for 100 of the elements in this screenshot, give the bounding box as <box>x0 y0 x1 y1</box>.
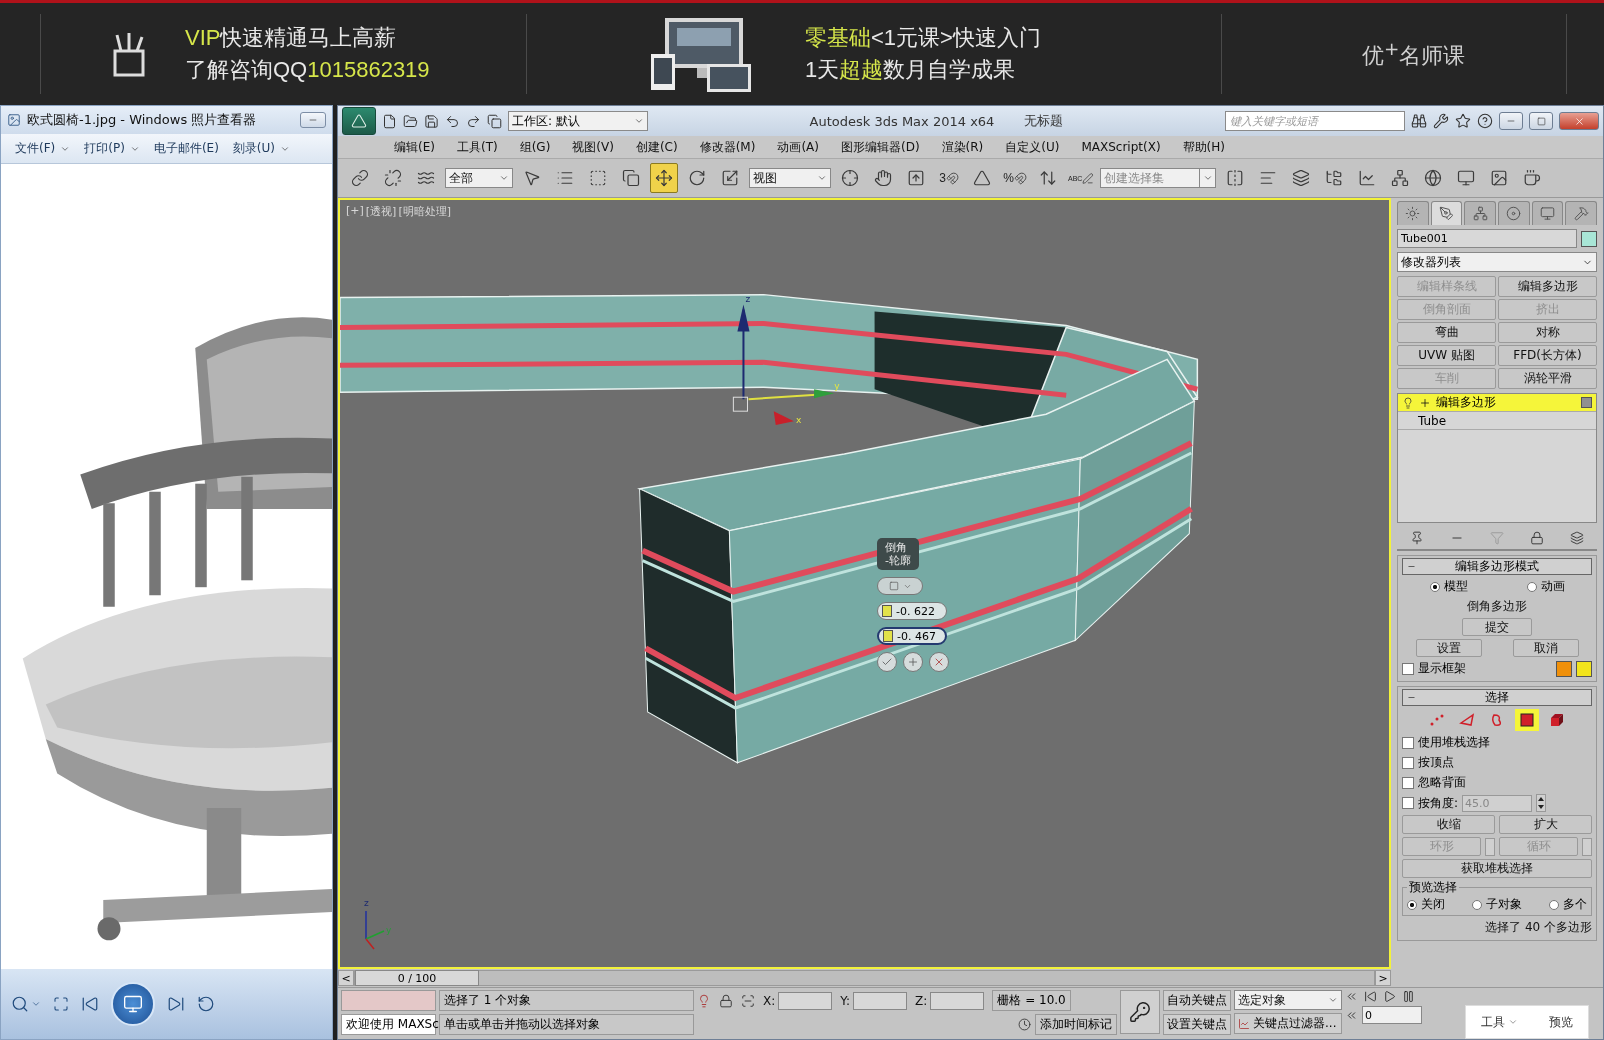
panel-tab[interactable] <box>1464 201 1496 225</box>
panel-tab[interactable] <box>1565 201 1598 225</box>
time-tag-field[interactable]: 添加时间标记 <box>1035 1014 1117 1035</box>
viewport[interactable]: [+] [透视] [明暗处理] z y x 倒角 -轮廓 -0. 622 -0. 467 z y <box>338 198 1391 969</box>
timeline-track[interactable]: 0 / 100 <box>354 970 1375 986</box>
rollout-header[interactable]: 选择 <box>1402 689 1592 706</box>
minimize-button[interactable] <box>300 112 326 128</box>
key-mode-button[interactable] <box>1120 990 1160 1034</box>
frame-indicator[interactable]: 0 / 100 <box>355 970 479 986</box>
zoom-button[interactable] <box>11 995 41 1013</box>
dropdown[interactable]: 全部 <box>445 168 513 188</box>
frame-field[interactable]: 0 <box>1362 1006 1422 1024</box>
radio-option[interactable]: 动画 <box>1526 578 1565 595</box>
previous-button[interactable] <box>81 995 99 1013</box>
menu-item[interactable]: 动画(A) <box>777 138 819 156</box>
modifier-button[interactable]: 弯曲 <box>1397 322 1496 343</box>
modifier-button[interactable]: 编辑多边形 <box>1498 276 1597 297</box>
overlay-menu-item[interactable]: 预览 <box>1548 1013 1573 1031</box>
coordinate-field[interactable] <box>853 991 908 1010</box>
panel-button[interactable]: 扩大 <box>1499 815 1592 834</box>
object-color-swatch[interactable] <box>1581 230 1597 247</box>
menu-item[interactable]: 帮助(H) <box>1182 138 1225 156</box>
caddy-field[interactable]: -0. 622 <box>877 602 947 620</box>
minimize-button[interactable] <box>1499 112 1523 130</box>
rotate-button[interactable] <box>197 995 215 1013</box>
stack-item[interactable]: 编辑多边形 <box>1398 394 1596 412</box>
toolbar-button[interactable] <box>650 163 678 193</box>
panel-button[interactable]: 收缩 <box>1402 815 1495 834</box>
panel-tab[interactable] <box>1531 201 1564 225</box>
dropdown[interactable]: 视图 <box>749 168 831 188</box>
previous-frame-button[interactable]: < <box>338 970 354 986</box>
checkbox-option[interactable]: 按角度: <box>1402 794 1459 812</box>
viewport-label[interactable]: [明暗处理] <box>398 204 451 219</box>
radio-option[interactable]: 关闭 <box>1407 896 1445 913</box>
menu-item[interactable]: 电子邮件(E) <box>153 140 219 157</box>
checkbox-option[interactable]: 忽略背面 <box>1402 774 1592 791</box>
radio-option[interactable]: 多个 <box>1549 896 1587 913</box>
save-icon <box>424 113 439 129</box>
panel-tab[interactable] <box>1430 201 1463 225</box>
viewport-label[interactable]: [透视] <box>365 204 397 219</box>
auto-key-button[interactable]: 自动关键点 <box>1163 990 1231 1011</box>
menu-item[interactable]: MAXScript(X) <box>1081 140 1161 154</box>
menu-item[interactable]: 渲染(R) <box>941 138 984 156</box>
listener-output[interactable]: 欢迎使用 MAXSc <box>341 1014 436 1035</box>
panel-tab[interactable] <box>1498 201 1530 225</box>
slideshow-button[interactable] <box>111 982 155 1026</box>
panel-tab[interactable] <box>1397 201 1429 225</box>
panel-button[interactable]: 获取堆栈选择 <box>1402 859 1592 878</box>
caddy-dropdown[interactable] <box>877 577 923 595</box>
checkbox-option[interactable]: 按顶点 <box>1402 754 1592 771</box>
coordinate-field[interactable] <box>778 991 833 1010</box>
checkbox-option[interactable]: 显示框架 <box>1402 660 1552 677</box>
spinner-icon[interactable] <box>1536 794 1547 812</box>
caddy-field[interactable]: -0. 467 <box>877 627 947 645</box>
named-selection-field[interactable]: 创建选择集 <box>1100 168 1200 188</box>
listener-field[interactable] <box>341 990 436 1011</box>
menu-item[interactable]: 修改器(M) <box>699 138 756 156</box>
radio-option[interactable]: 模型 <box>1429 578 1468 595</box>
modifier-button[interactable]: UVW 贴图 <box>1397 345 1496 366</box>
stack-item[interactable]: Tube <box>1398 412 1596 430</box>
coordinate-field[interactable] <box>930 991 985 1010</box>
menu-item[interactable]: 打印(P) <box>84 140 140 157</box>
commit-button[interactable]: 提交 <box>1462 618 1532 636</box>
overlay-menu-item[interactable]: 工具 <box>1481 1013 1519 1031</box>
key-filters-button[interactable]: 关键点过滤器... <box>1234 1013 1342 1034</box>
rollout-header[interactable]: 编辑多边形模式 <box>1402 558 1592 575</box>
toolbar-button[interactable]: % <box>1001 163 1029 193</box>
menu-item[interactable]: 刻录(U) <box>232 140 290 157</box>
checkbox-option[interactable]: 使用堆栈选择 <box>1402 734 1592 751</box>
search-field[interactable]: 键入关键字或短语 <box>1225 111 1405 131</box>
object-name-field[interactable]: Tube001 <box>1397 229 1577 248</box>
subobject-button[interactable] <box>1515 709 1539 731</box>
menu-item[interactable]: 编辑(E) <box>394 138 435 156</box>
app-menu-button[interactable] <box>342 107 376 135</box>
modifier-button[interactable]: FFD(长方体) <box>1498 345 1597 366</box>
close-button[interactable] <box>1559 112 1599 130</box>
menu-item[interactable]: 图形编辑器(D) <box>840 138 920 156</box>
panel-button[interactable]: 取消 <box>1512 639 1579 657</box>
fit-window-button[interactable] <box>53 996 69 1012</box>
radio-option[interactable]: 子对象 <box>1472 896 1522 913</box>
menu-item[interactable]: 文件(F) <box>15 140 71 157</box>
modifier-button[interactable]: 对称 <box>1498 322 1597 343</box>
menu-item[interactable]: 工具(T) <box>456 138 498 156</box>
menu-item[interactable]: 自定义(U) <box>1005 138 1060 156</box>
toolbar-button[interactable]: 3 <box>935 163 963 193</box>
viewport-label[interactable]: [+] <box>346 204 364 219</box>
color-swatch[interactable] <box>1576 660 1592 677</box>
workspace-dropdown[interactable]: 工作区: 默认 <box>508 111 648 131</box>
set-key-button[interactable]: 设置关键点 <box>1163 1014 1231 1035</box>
next-frame-button[interactable]: > <box>1375 970 1391 986</box>
modifier-list-dropdown[interactable]: 修改器列表 <box>1397 252 1597 272</box>
color-swatch[interactable] <box>1556 660 1572 677</box>
menu-item[interactable]: 创建(C) <box>635 138 678 156</box>
next-button[interactable] <box>167 995 185 1013</box>
menu-item[interactable]: 视图(V) <box>572 138 614 156</box>
panel-button[interactable]: 设置 <box>1415 639 1482 657</box>
menu-item[interactable]: 组(G) <box>519 138 551 156</box>
modifier-button[interactable]: 涡轮平滑 <box>1498 368 1597 389</box>
key-mode-dropdown[interactable]: 选定对象 <box>1234 990 1342 1010</box>
maximize-button[interactable] <box>1529 112 1553 130</box>
